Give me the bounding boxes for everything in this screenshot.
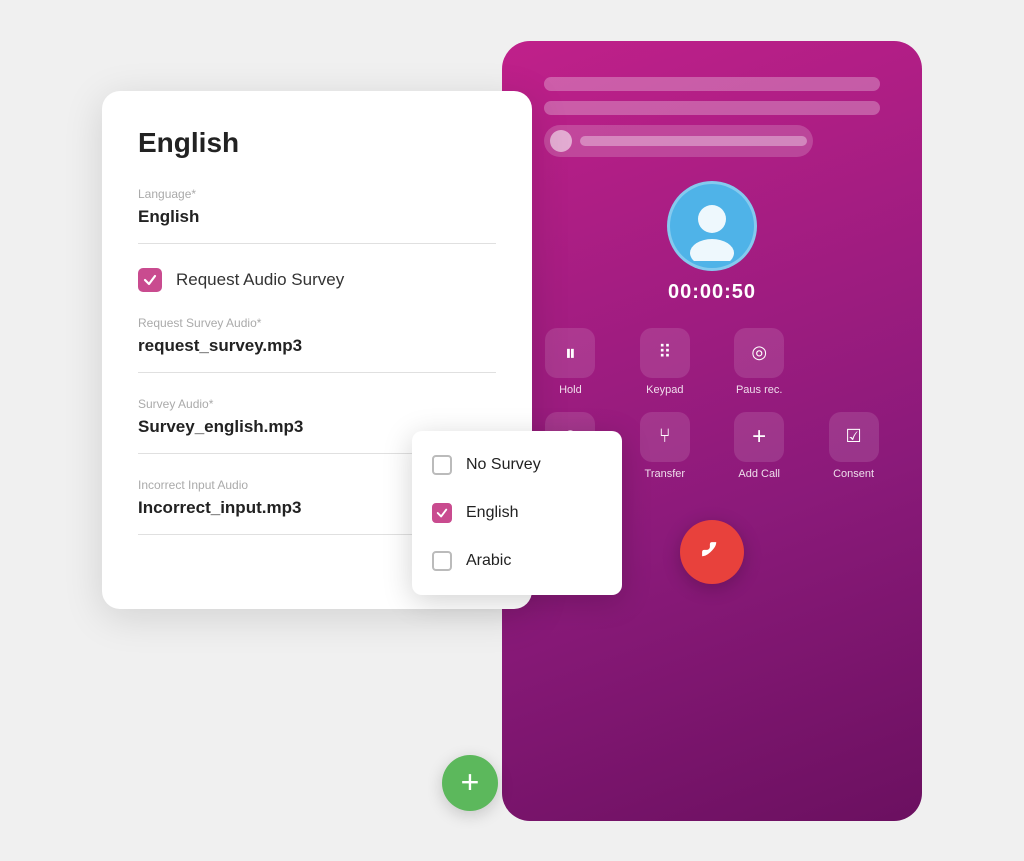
call-timer: 00:00:50 bbox=[668, 281, 756, 304]
add-call-label: Add Call bbox=[738, 468, 780, 480]
consent-label: Consent bbox=[833, 468, 874, 480]
dropdown-item-arabic[interactable]: Arabic bbox=[412, 537, 622, 585]
pause-rec-icon: ◎ bbox=[734, 328, 784, 378]
contact-avatar bbox=[667, 181, 757, 271]
survey-audio-label: Survey Audio* bbox=[138, 397, 496, 411]
request-audio-survey-checkbox[interactable] bbox=[138, 268, 162, 292]
plus-icon: + bbox=[461, 766, 480, 798]
dropdown-item-no-survey[interactable]: No Survey bbox=[412, 441, 622, 489]
keypad-button[interactable]: ⠿ Keypad bbox=[622, 328, 708, 396]
end-call-button[interactable] bbox=[680, 520, 744, 584]
end-call-icon bbox=[698, 538, 726, 566]
english-checkbox[interactable] bbox=[432, 503, 452, 523]
request-audio-survey-label: Request Audio Survey bbox=[176, 270, 344, 290]
language-label: Language* bbox=[138, 187, 496, 201]
arabic-checkbox[interactable] bbox=[432, 551, 452, 571]
no-survey-label: No Survey bbox=[466, 456, 541, 474]
call-buttons-row1: ⏸ Hold ⠿ Keypad ◎ Paus rec. bbox=[527, 328, 897, 396]
no-survey-checkbox[interactable] bbox=[432, 455, 452, 475]
arabic-label: Arabic bbox=[466, 552, 511, 570]
add-call-button[interactable]: + Add Call bbox=[716, 412, 802, 480]
transfer-label: Transfer bbox=[645, 468, 686, 480]
toggle-knob bbox=[550, 130, 572, 152]
request-survey-label: Request Survey Audio* bbox=[138, 316, 496, 330]
hold-icon: ⏸ bbox=[545, 328, 595, 378]
toggle-line bbox=[580, 136, 807, 146]
add-button[interactable]: + bbox=[442, 755, 498, 811]
toggle-bar[interactable] bbox=[544, 125, 813, 157]
pause-rec-button[interactable]: ◎ Paus rec. bbox=[716, 328, 802, 396]
keypad-icon: ⠿ bbox=[640, 328, 690, 378]
request-survey-field: Request Survey Audio* request_survey.mp3 bbox=[138, 316, 496, 373]
card-title: English bbox=[138, 127, 496, 159]
language-value: English bbox=[138, 207, 496, 227]
consent-icon: ☑ bbox=[829, 412, 879, 462]
survey-language-dropdown: No Survey English Arabic bbox=[412, 431, 622, 595]
language-field: Language* English bbox=[138, 187, 496, 244]
keypad-label: Keypad bbox=[646, 384, 683, 396]
hold-label: Hold bbox=[559, 384, 582, 396]
search-bar-1 bbox=[544, 77, 880, 91]
search-bars-area bbox=[544, 77, 880, 157]
request-audio-survey-row[interactable]: Request Audio Survey bbox=[138, 268, 496, 292]
transfer-icon: ⑂ bbox=[640, 412, 690, 462]
dropdown-item-english[interactable]: English bbox=[412, 489, 622, 537]
hold-button[interactable]: ⏸ Hold bbox=[527, 328, 613, 396]
english-label: English bbox=[466, 504, 518, 522]
consent-button[interactable]: ☑ Consent bbox=[810, 412, 896, 480]
transfer-button[interactable]: ⑂ Transfer bbox=[622, 412, 708, 480]
add-call-icon: + bbox=[734, 412, 784, 462]
pause-rec-label: Paus rec. bbox=[736, 384, 782, 396]
search-bar-2 bbox=[544, 101, 880, 115]
request-survey-value: request_survey.mp3 bbox=[138, 336, 496, 356]
